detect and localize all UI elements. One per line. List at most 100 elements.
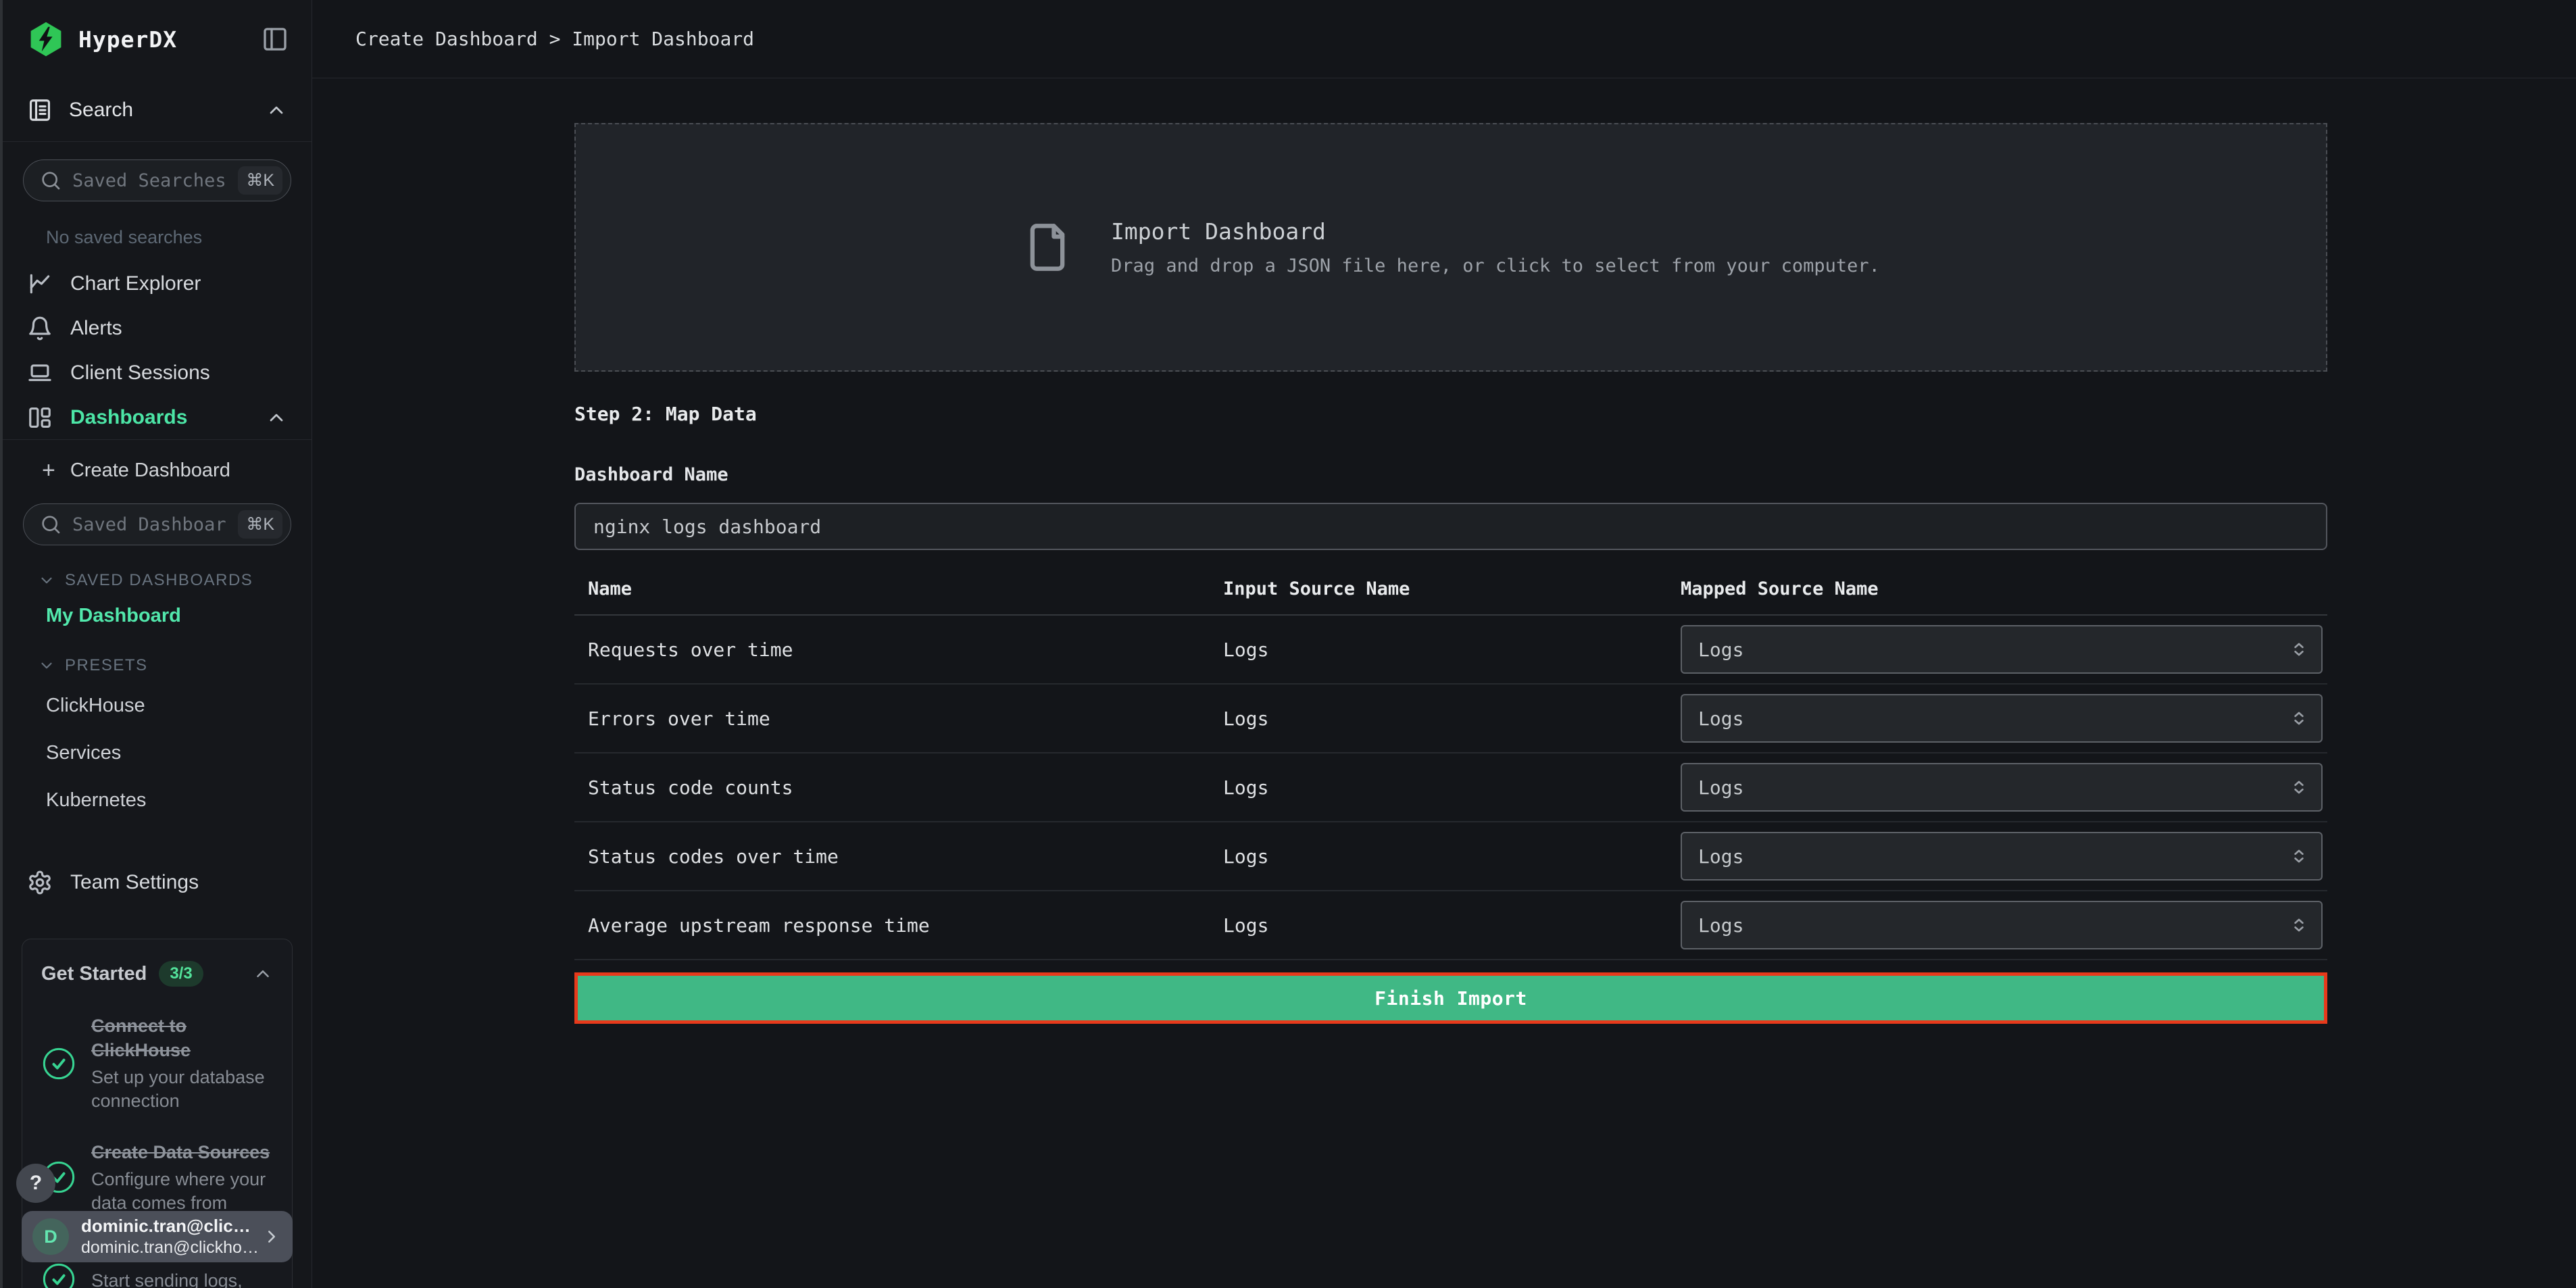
row-input-source: Logs [1210, 776, 1681, 799]
sidebar-item-search[interactable]: Search [3, 78, 312, 142]
sidebar-item-label: Chart Explorer [70, 272, 201, 295]
row-input-source: Logs [1210, 639, 1681, 661]
row-name: Requests over time [574, 639, 1210, 661]
mapped-source-select[interactable]: Logs [1681, 763, 2323, 812]
laptop-icon [27, 360, 53, 386]
presets-section-label: PRESETS [65, 656, 148, 675]
get-started-item[interactable]: Connect to ClickHouse Set up your databa… [41, 1014, 273, 1113]
chevron-up-icon [266, 407, 287, 428]
breadcrumb: Create Dashboard > Import Dashboard [355, 28, 754, 50]
mapped-source-value: Logs [1698, 845, 1743, 868]
check-circle-icon [41, 1262, 76, 1288]
import-dropzone[interactable]: Import Dashboard Drag and drop a JSON fi… [574, 123, 2327, 372]
chevron-right-icon [262, 1227, 282, 1247]
sidebar-item-services[interactable]: Services [46, 736, 312, 770]
finish-import-button[interactable]: Finish Import [578, 976, 2324, 1020]
check-circle-icon [41, 1046, 76, 1081]
shortcut-badge: ⌘K [238, 166, 282, 195]
sidebar-nav: Chart Explorer Alerts Client Sessions [3, 262, 312, 395]
chevrons-up-down-icon [2290, 778, 2308, 796]
row-name: Status code counts [574, 776, 1210, 799]
sidebar: HyperDX Search ⌘K No saved searches Char… [0, 0, 312, 1288]
sidebar-item-team-settings[interactable]: Team Settings [3, 860, 312, 905]
sidebar-item-dashboards[interactable]: Dashboards [3, 395, 312, 440]
sidebar-item-alerts[interactable]: Alerts [3, 306, 312, 351]
mapped-source-select[interactable]: Logs [1681, 901, 2323, 949]
chevrons-up-down-icon [2290, 641, 2308, 658]
get-started-progress-badge: 3/3 [159, 961, 203, 987]
main-content: Create Dashboard > Import Dashboard Impo… [312, 0, 2576, 1288]
chevron-down-icon [38, 657, 55, 674]
action-highlight-box: Finish Import [574, 972, 2327, 1024]
saved-dashboards-input[interactable]: ⌘K [23, 503, 291, 545]
get-started-item-subtitle: Set up your database connection [91, 1066, 273, 1113]
row-name: Errors over time [574, 708, 1210, 730]
get-started-item-subtitle: Configure where your data comes from [91, 1168, 273, 1215]
chevrons-up-down-icon [2290, 847, 2308, 865]
table-row: Average upstream response time Logs Logs [574, 891, 2327, 960]
hyperdx-logo-icon [27, 20, 65, 58]
create-dashboard-label: Create Dashboard [70, 460, 230, 482]
sidebar-item-label: Alerts [70, 317, 122, 340]
saved-searches-field[interactable] [72, 170, 227, 191]
sidebar-item-my-dashboard[interactable]: My Dashboard [46, 603, 312, 628]
sidebar-item-label: Dashboards [70, 406, 187, 429]
dashboard-grid-icon [27, 405, 53, 430]
get-started-item-subtitle: Start sending logs, metrics, or traces [91, 1269, 273, 1288]
mapped-source-value: Logs [1698, 708, 1743, 730]
help-button[interactable]: ? [16, 1164, 55, 1203]
collapse-sidebar-icon[interactable] [262, 26, 289, 53]
mapped-source-select[interactable]: Logs [1681, 625, 2323, 674]
sidebar-item-label: Search [69, 99, 133, 122]
table-row: Status codes over time Logs Logs [574, 822, 2327, 891]
bell-icon [27, 316, 53, 341]
import-mapping-table: Name Input Source Name Mapped Source Nam… [574, 564, 2327, 960]
app-title: HyperDX [78, 26, 177, 53]
mapped-source-select[interactable]: Logs [1681, 832, 2323, 881]
user-email: dominic.tran@clickho… [81, 1237, 249, 1258]
shortcut-badge: ⌘K [238, 510, 282, 539]
table-row: Status code counts Logs Logs [574, 753, 2327, 822]
team-settings-label: Team Settings [70, 871, 199, 894]
get-started-title: Get Started [41, 963, 147, 985]
sidebar-item-clickhouse[interactable]: ClickHouse [46, 689, 312, 722]
get-started-item[interactable]: Create Data Sources Configure where your… [41, 1140, 273, 1215]
no-saved-searches-note: No saved searches [46, 227, 312, 248]
user-menu[interactable]: D dominic.tran@clic… dominic.tran@clickh… [22, 1211, 293, 1262]
mapped-source-value: Logs [1698, 914, 1743, 937]
sidebar-item-client-sessions[interactable]: Client Sessions [3, 351, 312, 395]
avatar: D [32, 1218, 69, 1255]
dashboard-name-label: Dashboard Name [574, 464, 2327, 485]
sidebar-item-label: Client Sessions [70, 362, 210, 385]
chevron-up-icon[interactable] [253, 964, 273, 984]
dashboard-name-input[interactable] [574, 503, 2327, 550]
preset-list: ClickHouse Services Kubernetes [3, 689, 312, 817]
saved-searches-input[interactable]: ⌘K [23, 159, 291, 201]
mapped-source-select[interactable]: Logs [1681, 694, 2323, 743]
row-name: Status codes over time [574, 845, 1210, 868]
user-name: dominic.tran@clic… [81, 1216, 249, 1237]
sidebar-item-chart-explorer[interactable]: Chart Explorer [3, 262, 312, 306]
saved-dashboards-section-toggle[interactable]: SAVED DASHBOARDS [38, 571, 312, 590]
get-started-item-title: Create Data Sources [91, 1140, 273, 1164]
presets-section-toggle[interactable]: PRESETS [38, 656, 312, 675]
saved-dashboards-section-label: SAVED DASHBOARDS [65, 571, 253, 590]
search-icon [40, 514, 61, 535]
logo-row: HyperDX [3, 0, 312, 78]
mapped-source-value: Logs [1698, 639, 1743, 661]
column-header-name: Name [574, 578, 1210, 599]
chevrons-up-down-icon [2290, 710, 2308, 727]
sidebar-item-kubernetes[interactable]: Kubernetes [46, 783, 312, 817]
plus-icon: + [42, 459, 55, 482]
create-dashboard-button[interactable]: + Create Dashboard [3, 448, 312, 493]
row-input-source: Logs [1210, 914, 1681, 937]
table-row: Errors over time Logs Logs [574, 685, 2327, 753]
file-icon [1022, 215, 1073, 280]
topbar: Create Dashboard > Import Dashboard [312, 0, 2576, 78]
column-header-input-source: Input Source Name [1210, 578, 1681, 599]
gear-icon [27, 870, 53, 895]
chevrons-up-down-icon [2290, 916, 2308, 934]
dropzone-title: Import Dashboard [1111, 218, 1880, 245]
saved-dashboards-field[interactable] [72, 514, 227, 535]
notebook-icon [27, 97, 53, 123]
